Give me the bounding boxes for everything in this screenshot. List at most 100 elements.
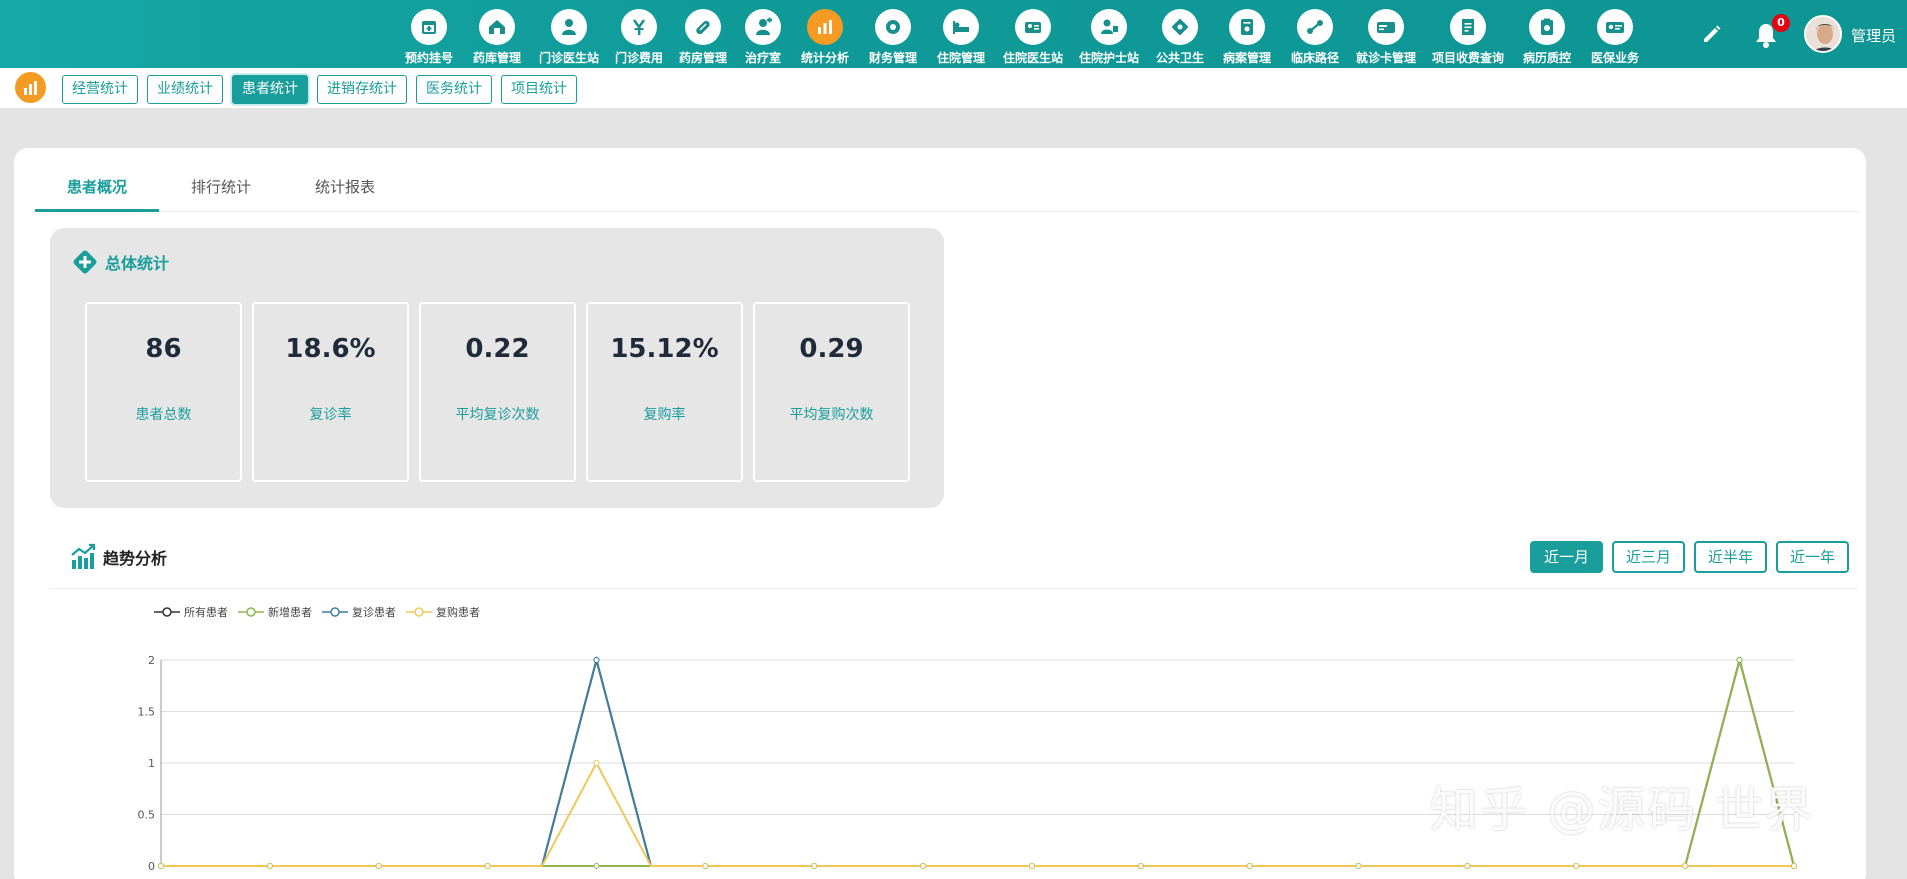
gear-icon — [875, 9, 911, 45]
notification-badge: 0 — [1772, 14, 1790, 32]
nav-item-label: 治疗室 — [744, 51, 781, 65]
nav-item-4[interactable]: 药房管理 — [671, 0, 735, 68]
data-point — [1791, 863, 1797, 869]
stat-card: 18.6% 复诊率 — [252, 302, 409, 482]
plus-diamond-icon — [73, 250, 97, 274]
nav-item-17[interactable]: 医保业务 — [1581, 0, 1649, 68]
diamond-icon — [1162, 9, 1198, 45]
subtab-3[interactable]: 进销存统计 — [317, 75, 407, 104]
legend-item[interactable]: 新增患者 — [238, 604, 312, 620]
data-point — [484, 863, 491, 869]
stat-label: 患者总数 — [135, 407, 192, 423]
y-tick-label: 1 — [148, 757, 155, 770]
range-button-3[interactable]: 近一年 — [1776, 541, 1850, 573]
legend-marker-icon — [322, 607, 348, 617]
range-button-0[interactable]: 近一月 — [1530, 541, 1604, 573]
subtab-4[interactable]: 医务统计 — [416, 75, 492, 104]
username[interactable]: 管理员 — [1851, 25, 1896, 46]
chart-legend: 所有患者 新增患者 复诊患者 复购患者 — [154, 604, 490, 620]
nav-item-11[interactable]: 公共卫生 — [1147, 0, 1213, 68]
stat-label: 复诊率 — [309, 407, 352, 423]
top-nav-bar: 预约挂号 药库管理 门诊医生站 门诊费用 药房管理 治疗室 统计分析 财务管理 住院管理 住院医生… — [0, 0, 1907, 68]
nav-item-15[interactable]: 项目收费查询 — [1423, 0, 1513, 68]
stat-value: 15.12% — [610, 334, 719, 364]
y-tick-label: 0 — [148, 860, 155, 873]
stat-value: 0.29 — [799, 334, 864, 364]
nav-item-13[interactable]: 临床路径 — [1281, 0, 1349, 68]
nav-item-9[interactable]: 住院医生站 — [995, 0, 1071, 68]
legend-item[interactable]: 复购患者 — [406, 604, 480, 620]
stat-value: 18.6% — [285, 334, 376, 364]
y-tick-label: 2 — [148, 654, 155, 667]
legend-marker-icon — [154, 607, 180, 617]
stat-label: 复购率 — [643, 407, 686, 423]
nav-item-label: 住院医生站 — [1002, 51, 1063, 65]
warehouse-icon — [479, 9, 515, 45]
legend-label: 复购患者 — [436, 606, 480, 619]
nav-item-label: 公共卫生 — [1155, 51, 1204, 65]
legend-label: 复诊患者 — [352, 606, 396, 619]
page-tab-2[interactable]: 统计报表 — [283, 170, 407, 211]
path-icon — [1297, 9, 1333, 45]
stat-card: 15.12% 复购率 — [586, 302, 743, 482]
page-tab-0[interactable]: 患者概况 — [35, 170, 159, 212]
legend-label: 新增患者 — [268, 606, 312, 619]
data-point — [266, 863, 273, 869]
nav-item-3[interactable]: 门诊费用 — [607, 0, 671, 68]
nav-item-label: 财务管理 — [868, 51, 917, 65]
subtab-2[interactable]: 患者统计 — [232, 75, 308, 104]
page-tab-1[interactable]: 排行统计 — [159, 170, 283, 211]
legend-item[interactable]: 所有患者 — [154, 604, 228, 620]
subtab-5[interactable]: 项目统计 — [501, 75, 577, 104]
nav-item-12[interactable]: 病案管理 — [1213, 0, 1281, 68]
sub-nav-bar: 经营统计 业绩统计 患者统计 进销存统计 医务统计 项目统计 — [0, 68, 1907, 108]
nav-item-5[interactable]: 治疗室 — [735, 0, 791, 68]
nav-item-16[interactable]: 病历质控 — [1513, 0, 1581, 68]
nav-item-10[interactable]: 住院护士站 — [1071, 0, 1147, 68]
stat-card: 0.22 平均复诊次数 — [419, 302, 576, 482]
nav-item-7[interactable]: 财务管理 — [859, 0, 927, 68]
nav-item-1[interactable]: 药库管理 — [463, 0, 531, 68]
nav-item-6[interactable]: 统计分析 — [791, 0, 859, 68]
data-point — [593, 760, 600, 766]
data-point — [158, 863, 164, 869]
subtab-0[interactable]: 经营统计 — [62, 75, 138, 104]
nav-item-14[interactable]: 就诊卡管理 — [1349, 0, 1423, 68]
subtab-1[interactable]: 业绩统计 — [147, 75, 223, 104]
data-point — [1028, 863, 1035, 869]
legend-item[interactable]: 复诊患者 — [322, 604, 396, 620]
nav-item-label: 药房管理 — [678, 51, 727, 65]
file-icon — [1229, 9, 1265, 45]
stat-value: 0.22 — [465, 334, 530, 364]
data-point — [1682, 863, 1689, 869]
time-range-buttons: 近一月 近三月 近半年 近一年 — [1530, 541, 1858, 573]
bed-icon — [943, 9, 979, 45]
nav-item-2[interactable]: 门诊医生站 — [531, 0, 607, 68]
legend-label: 所有患者 — [184, 606, 228, 619]
nav-item-0[interactable]: 预约挂号 — [395, 0, 463, 68]
range-button-1[interactable]: 近三月 — [1612, 541, 1686, 573]
y-tick-label: 0.5 — [138, 809, 156, 822]
yen-icon — [621, 9, 657, 45]
data-point — [593, 863, 600, 869]
range-button-2[interactable]: 近半年 — [1694, 541, 1768, 573]
stat-label: 平均复购次数 — [789, 407, 874, 423]
calendar-icon — [411, 9, 447, 45]
card-icon — [1368, 9, 1404, 45]
receipt-icon — [1450, 9, 1486, 45]
data-point — [593, 657, 600, 663]
nav-item-label: 门诊费用 — [614, 51, 663, 65]
overall-stats-label: 总体统计 — [105, 254, 170, 273]
id-card-icon — [1015, 9, 1051, 45]
stats-logo-icon — [15, 72, 46, 103]
avatar[interactable] — [1804, 15, 1842, 53]
stat-value: 86 — [145, 334, 182, 364]
trend-label: 趋势分析 — [103, 549, 168, 568]
stat-label: 平均复诊次数 — [455, 407, 540, 423]
nav-item-8[interactable]: 住院管理 — [927, 0, 995, 68]
edit-icon[interactable] — [1700, 22, 1724, 46]
trend-line-chart: 0 0.5 1 1.5 2 — [138, 654, 1797, 873]
sub-tabs: 经营统计 业绩统计 患者统计 进销存统计 医务统计 项目统计 — [62, 75, 586, 104]
overall-stats-panel: 总体统计 86 患者总数 18.6% 复诊率 0.22 平均复诊次数 15.12% 复购率 0.… — [50, 228, 944, 508]
nav-item-label: 门诊医生站 — [538, 51, 599, 65]
